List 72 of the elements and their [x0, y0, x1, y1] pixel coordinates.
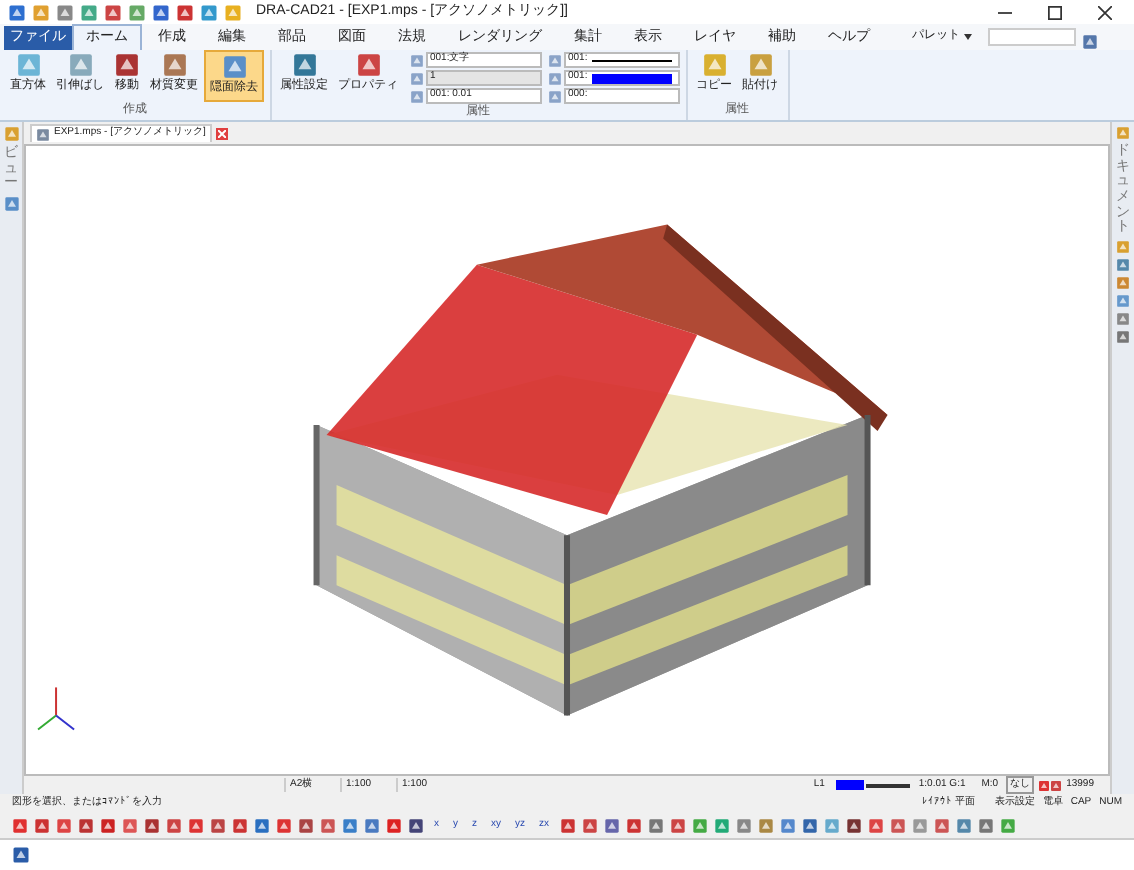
panel-icon[interactable]	[1116, 330, 1130, 345]
line-style-swatch	[591, 59, 672, 61]
toolbar-icon[interactable]	[104, 3, 122, 21]
tool-icon[interactable]	[364, 817, 380, 833]
tool-icon[interactable]	[669, 817, 685, 833]
tool-icon	[747, 52, 773, 78]
tool-icon[interactable]	[78, 817, 94, 833]
palette-icon[interactable]	[1082, 34, 1098, 50]
tool-icon[interactable]	[933, 817, 949, 833]
toolbar-icon[interactable]	[56, 3, 74, 21]
tool-icon[interactable]	[122, 817, 138, 833]
toolbar-icon[interactable]	[152, 3, 170, 21]
tool-icon[interactable]	[12, 817, 28, 833]
axis-icon	[37, 686, 76, 731]
attribute-icon	[548, 89, 562, 103]
toolbar-icon[interactable]	[32, 3, 50, 21]
panel-icon[interactable]	[3, 196, 19, 213]
maximize-button[interactable]	[1047, 5, 1061, 19]
toolbar-icon[interactable]	[200, 3, 218, 21]
tool-icon[interactable]	[298, 817, 314, 833]
tool-icon[interactable]	[977, 817, 993, 833]
tool-icon[interactable]	[559, 817, 575, 833]
panel-icon[interactable]	[1116, 312, 1130, 327]
tool-icon[interactable]	[232, 817, 248, 833]
tool-icon[interactable]	[34, 817, 50, 833]
tool-icon[interactable]	[320, 817, 336, 833]
attribute-icon	[548, 53, 562, 67]
close-button[interactable]	[1097, 5, 1111, 19]
tool-icon	[67, 52, 93, 78]
tool-icon[interactable]	[56, 817, 72, 833]
tool-icon[interactable]	[867, 817, 883, 833]
tool-icon	[221, 54, 247, 80]
tool-icon[interactable]	[955, 817, 971, 833]
tool-icon	[701, 52, 727, 78]
toolbar-icon[interactable]	[176, 3, 194, 21]
tool-icon[interactable]	[144, 817, 160, 833]
attribute-icon	[410, 71, 424, 85]
attribute-icon	[410, 53, 424, 67]
tool-icon[interactable]	[603, 817, 619, 833]
line-color-swatch	[836, 780, 865, 790]
tool-icon[interactable]	[889, 817, 905, 833]
tool-icon[interactable]	[210, 817, 226, 833]
panel-icon[interactable]	[1116, 258, 1130, 273]
tool-icon[interactable]	[647, 817, 663, 833]
tool-icon	[161, 52, 187, 78]
caret-icon[interactable]	[964, 34, 972, 40]
tool-icon[interactable]	[581, 817, 597, 833]
tool-icon[interactable]	[625, 817, 641, 833]
tool-icon[interactable]	[845, 817, 861, 833]
tool-icon[interactable]	[166, 817, 182, 833]
toolbar-icon[interactable]	[80, 3, 98, 21]
tool-icon[interactable]	[276, 817, 292, 833]
toolbar-icon[interactable]	[128, 3, 146, 21]
attribute-icon	[410, 89, 424, 103]
close-tab-button[interactable]	[215, 127, 228, 139]
tool-icon[interactable]	[801, 817, 817, 833]
tool-icon[interactable]	[386, 817, 402, 833]
tool-icon[interactable]	[342, 817, 358, 833]
tool-icon[interactable]	[100, 817, 116, 833]
tool-icon[interactable]	[188, 817, 204, 833]
tool-icon	[291, 52, 317, 78]
tool-icon	[114, 52, 140, 78]
panel-icon[interactable]	[1116, 294, 1130, 309]
panel-icon[interactable]	[1116, 276, 1130, 291]
tool-icon	[355, 52, 381, 78]
tool-icon[interactable]	[254, 817, 270, 833]
toolbar-icon[interactable]	[8, 3, 26, 21]
attribute-icon	[548, 71, 562, 85]
tool-icon[interactable]	[408, 817, 424, 833]
palette-field[interactable]	[988, 28, 1076, 46]
tool-icon	[15, 52, 41, 78]
line-style-swatch	[866, 783, 911, 787]
